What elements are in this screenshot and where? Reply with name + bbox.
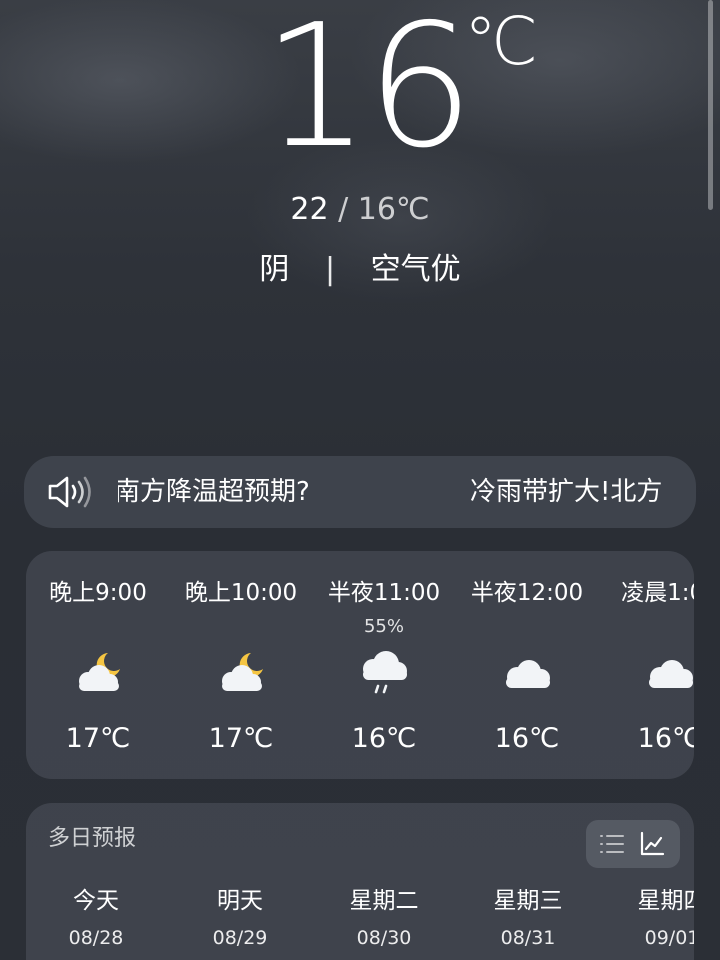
chart-view-icon[interactable] (638, 830, 666, 858)
day-name: 星期三 (493, 888, 563, 914)
current-temperature: 16 (262, 0, 474, 186)
hourly-item[interactable]: 晚上9:00 17℃ (26, 551, 170, 779)
multi-day-title: 多日预报 (48, 826, 137, 851)
weather-condition: 阴 (259, 252, 290, 287)
high-temperature: 22 (290, 192, 329, 227)
day-date: 08/29 (212, 927, 268, 949)
high-low-temperature: 22 / 16℃ (0, 190, 720, 230)
rain-cloud-icon (363, 651, 407, 694)
hourly-item[interactable]: 晚上10:00 17℃ (169, 551, 313, 779)
hourly-item[interactable]: 半夜12:00 16℃ (455, 551, 599, 779)
low-temperature: 16℃ (357, 192, 430, 227)
hour-temperature: 17℃ (208, 723, 274, 754)
high-low-separator: / (338, 192, 349, 227)
day-name: 星期二 (349, 888, 419, 914)
hour-temperature: 17℃ (65, 723, 131, 754)
moon-cloud-icon (79, 653, 120, 691)
hourly-item[interactable]: 半夜11:00 55% 16℃ (312, 551, 456, 779)
current-weather: 16 ℃ 22 / 16℃ 阴 | 空气优 (0, 0, 720, 300)
condition-line[interactable]: 阴 | 空气优 (0, 248, 720, 292)
hourly-item[interactable]: 凌晨1:00 16℃ (598, 551, 694, 779)
day-date: 08/28 (68, 927, 124, 949)
hour-time: 晚上10:00 (184, 580, 298, 606)
news-ticker[interactable]: 南方降温超预期? 冷雨带扩大!北方 (24, 456, 696, 528)
ticker-headline[interactable]: 冷雨带扩大!北方 (470, 474, 662, 510)
cloud-icon (506, 660, 550, 688)
hour-time: 凌晨1:00 (621, 580, 694, 606)
hour-time: 半夜11:00 (327, 580, 441, 606)
hourly-forecast[interactable]: 晚上9:00 17℃ 晚上10:00 17℃ 半夜11:00 55% 16℃ 半… (26, 551, 694, 779)
moon-cloud-icon (222, 653, 263, 691)
air-quality[interactable]: 空气优 (371, 252, 461, 287)
list-view-icon[interactable] (598, 830, 626, 858)
day-name: 明天 (217, 888, 263, 914)
day-name: 今天 (73, 888, 119, 914)
ticker-track[interactable]: 南方降温超预期? 冷雨带扩大!北方 (118, 456, 666, 528)
condition-divider: | (324, 252, 336, 287)
hour-time: 半夜12:00 (470, 580, 584, 606)
cloud-icon (649, 660, 693, 688)
day-date: 08/31 (500, 927, 556, 949)
hour-temperature: 16℃ (494, 723, 560, 754)
multi-day-forecast[interactable]: 多日预报 今天 08/28 明天 08/29 星期二 08/30 星期三 08/… (26, 803, 694, 960)
day-name: 星期四 (637, 888, 695, 914)
ticker-headline[interactable]: 南方降温超预期? (118, 474, 310, 510)
temperature-unit: ℃ (464, 3, 539, 80)
precip-probability: 55% (363, 616, 404, 637)
hour-temperature: 16℃ (351, 723, 417, 754)
hour-temperature: 16℃ (637, 723, 694, 754)
view-mode-toggle[interactable] (586, 820, 680, 868)
day-date: 09/01 (644, 927, 694, 949)
hour-time: 晚上9:00 (49, 580, 147, 606)
speaker-icon (48, 476, 91, 508)
day-date: 08/30 (356, 927, 412, 949)
